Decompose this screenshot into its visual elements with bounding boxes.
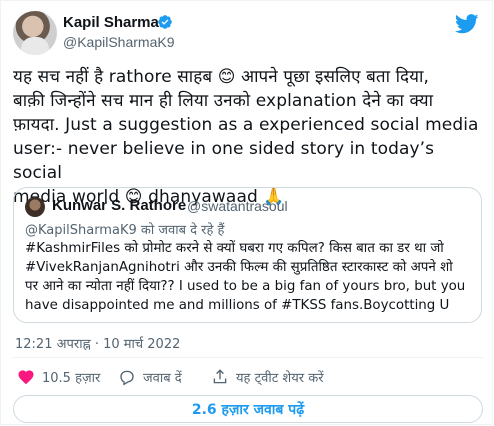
- author-name[interactable]: Kapil Sharma: [63, 14, 159, 31]
- quoted-reply-context: @KapilSharmaK9 को जवाब दे रहे हैं: [25, 223, 225, 238]
- quoted-tweet[interactable]: Kunwar S. Rathore @swatantrasoul @KapilS…: [13, 187, 482, 323]
- tweet-card: Kapil Sharma @KapilSharmaK9 यह सच नहीं ह…: [0, 0, 493, 425]
- twitter-bird-icon[interactable]: [455, 14, 479, 34]
- tweet-timestamp[interactable]: 12:21 अपराह्न · 10 मार्च 2022: [15, 334, 180, 352]
- tweet-line: user:- never believe in one sided story …: [13, 139, 435, 183]
- tweet-line: बाक़ी जिन्होंने सच मान ही लिया उनको expl…: [13, 91, 434, 111]
- share-icon: [213, 369, 227, 384]
- tweet-line: यह सच नहीं है rathore साहब 😊 आपने पूछा इ…: [13, 67, 429, 87]
- quoted-author-handle[interactable]: @swatantrasoul: [187, 198, 288, 214]
- quoted-author-name[interactable]: Kunwar S. Rathore: [52, 197, 186, 214]
- heart-icon: [18, 370, 34, 385]
- quoted-line: पर आने का न्योता नहीं दिया?? I used to b…: [25, 279, 466, 294]
- divider: [13, 357, 483, 358]
- quoted-line: #KashmirFiles को प्रोमोट करने से क्यों घ…: [25, 241, 444, 256]
- like-count: 10.5 हज़ार: [42, 371, 101, 386]
- like-button[interactable]: 10.5 हज़ार: [17, 367, 100, 387]
- author-handle[interactable]: @KapilSharmaK9: [63, 34, 175, 50]
- quoted-author-avatar[interactable]: [25, 197, 45, 217]
- reply-label: जवाब दें: [143, 371, 182, 386]
- author-avatar[interactable]: [13, 11, 57, 55]
- quoted-line: #VivekRanjanAgnihotri और उनकी फिल्म की स…: [25, 260, 453, 275]
- quoted-tweet-text: #KashmirFiles को प्रोमोट करने से क्यों घ…: [25, 239, 473, 315]
- verified-badge-icon: [158, 15, 172, 29]
- read-replies-button[interactable]: 2.6 हज़ार जवाब पढ़ें: [13, 395, 483, 423]
- reply-button[interactable]: जवाब दें: [118, 367, 182, 387]
- share-button[interactable]: यह ट्वीट शेयर करें: [211, 367, 324, 387]
- quoted-line: have disappointed me and millions of #TK…: [25, 298, 450, 313]
- share-label: यह ट्वीट शेयर करें: [236, 371, 324, 386]
- tweet-line: फ़ायदा. Just a suggestion as a experienc…: [13, 115, 479, 135]
- reply-icon: [120, 370, 134, 386]
